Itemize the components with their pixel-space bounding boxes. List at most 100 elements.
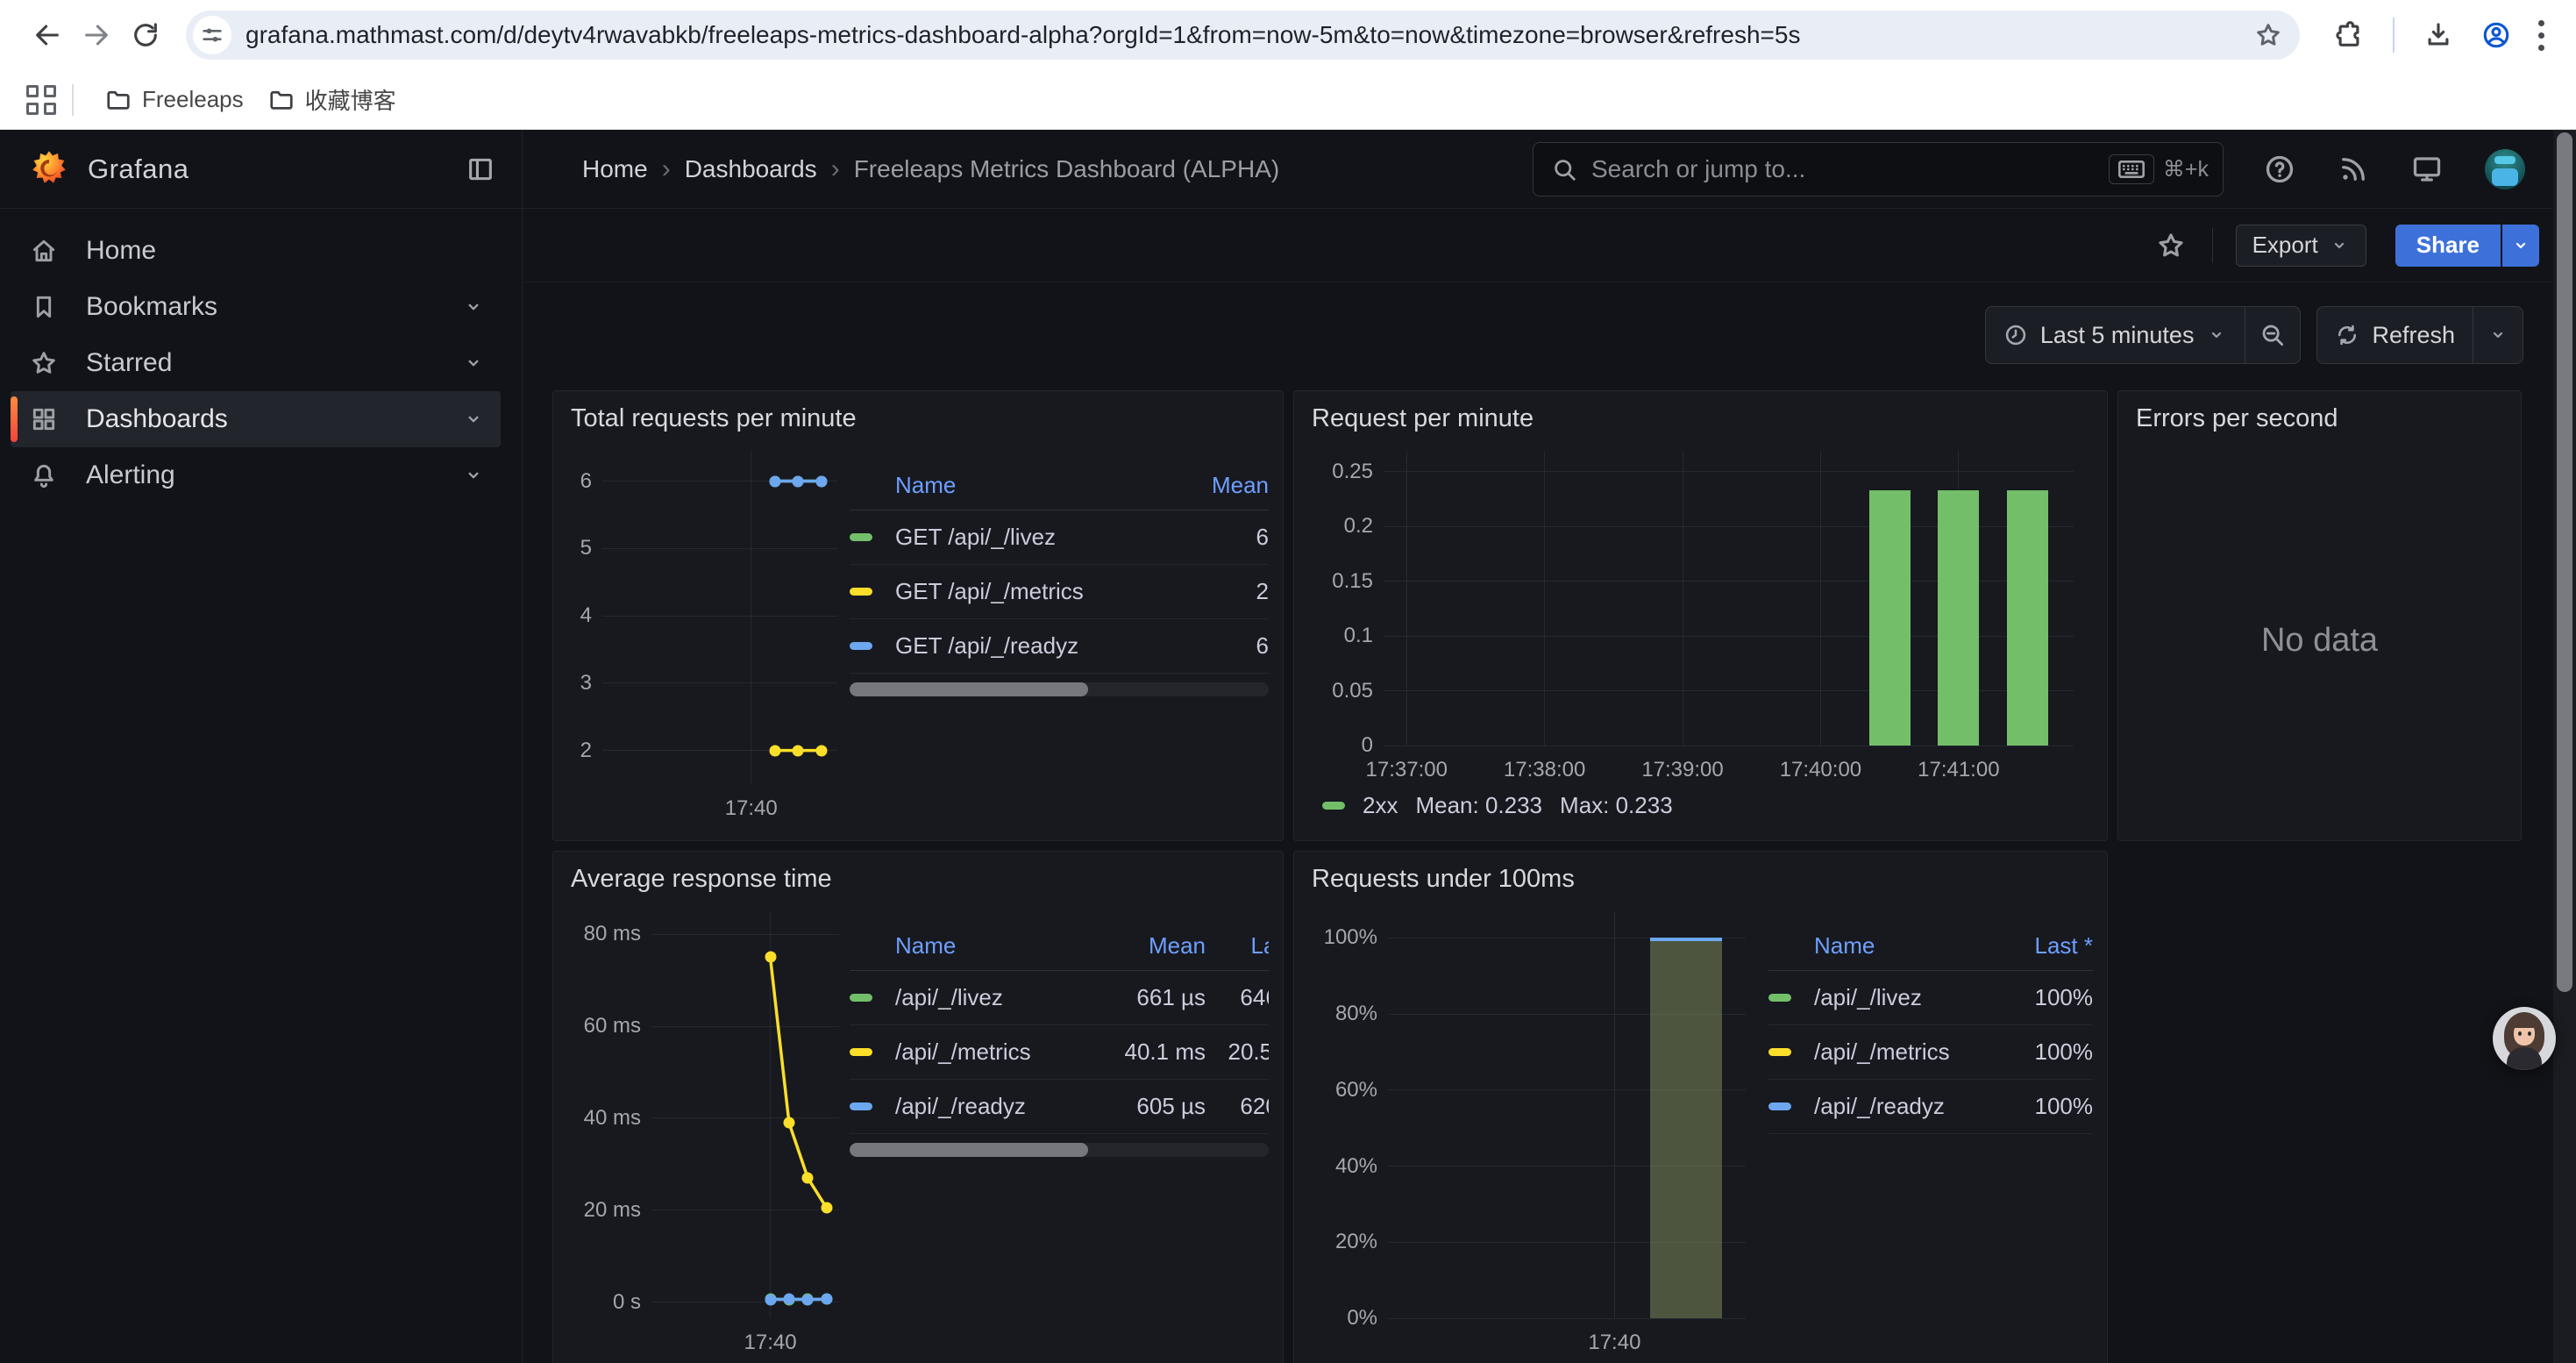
downloads-button[interactable]	[2414, 11, 2463, 60]
panel-title[interactable]: Total requests per minute	[553, 391, 1283, 439]
reload-icon	[131, 20, 160, 50]
profile-button[interactable]	[2472, 11, 2521, 60]
apps-grid-icon[interactable]	[26, 85, 56, 115]
plot-area[interactable]: 0 s20 ms40 ms60 ms80 ms17:40	[651, 911, 839, 1318]
panel-title[interactable]: Requests under 100ms	[1294, 852, 2107, 899]
search-box[interactable]: ⌘+k	[1533, 142, 2224, 196]
legend-series-name[interactable]: 2xx	[1363, 792, 1398, 819]
assistant-avatar-widget[interactable]	[2493, 1007, 2556, 1070]
legend-column-header[interactable]: Last *	[1989, 922, 2093, 971]
legend-series-name[interactable]: /api/_/metrics	[895, 1025, 1102, 1080]
user-avatar[interactable]	[2485, 149, 2525, 189]
legend-swatch-cell	[1768, 1080, 1814, 1134]
sidebar: Home Bookmarks Starred Dashboards	[0, 209, 523, 1363]
keyboard-badge	[2109, 154, 2154, 184]
extensions-button[interactable]	[2324, 11, 2373, 60]
help-button[interactable]	[2264, 153, 2295, 185]
sidebar-item-label: Dashboards	[86, 404, 228, 434]
star-dashboard-button[interactable]	[2156, 231, 2186, 260]
panel-title[interactable]: Request per minute	[1294, 391, 2107, 439]
chevron-down-icon[interactable]	[462, 352, 485, 375]
bookmark-folder-blogs[interactable]: 收藏博客	[256, 76, 409, 123]
sidebar-toggle-button[interactable]	[459, 147, 502, 191]
breadcrumb: Home › Dashboards › Freeleaps Metrics Da…	[582, 154, 1279, 184]
legend-horizontal-scrollbar[interactable]	[850, 1143, 1269, 1157]
browser-menu-button[interactable]	[2530, 15, 2553, 56]
active-indicator	[11, 396, 18, 442]
timeseries-chart: 0 s20 ms40 ms60 ms80 ms17:40	[567, 903, 841, 1359]
scrollbar-thumb[interactable]	[2557, 132, 2572, 992]
sidebar-item-alerting[interactable]: Alerting	[11, 447, 501, 503]
chevron-down-icon[interactable]	[462, 464, 485, 487]
panel-title[interactable]: Errors per second	[2118, 391, 2521, 439]
timeseries-chart: 2345617:40	[567, 442, 841, 824]
plot-area[interactable]: 0%20%40%60%80%100%17:40	[1388, 911, 1746, 1318]
forward-button[interactable]	[72, 11, 121, 60]
grafana-header-right: Home › Dashboards › Freeleaps Metrics Da…	[523, 130, 2576, 208]
dock-panel-icon	[466, 154, 495, 184]
grafana-header-left: Grafana	[0, 130, 523, 208]
plot-area[interactable]: 00.050.10.150.20.2517:37:0017:38:0017:39…	[1384, 451, 2074, 746]
export-label: Export	[2252, 232, 2318, 259]
refresh-icon	[2335, 323, 2359, 347]
back-button[interactable]	[23, 11, 72, 60]
time-controls-row: Last 5 minutes Refresh	[523, 306, 2576, 364]
sidebar-item-dashboards[interactable]: Dashboards	[11, 391, 501, 447]
news-button[interactable]	[2338, 153, 2369, 185]
legend-series-name[interactable]: /api/_/readyz	[895, 1080, 1102, 1134]
legend-series-name[interactable]: GET /api/_/metrics	[895, 565, 1165, 619]
export-button[interactable]: Export	[2236, 225, 2366, 267]
legend-series-name[interactable]: /api/_/livez	[895, 971, 1102, 1025]
bookmark-page-button[interactable]	[2254, 21, 2282, 49]
time-range-picker[interactable]: Last 5 minutes	[1986, 307, 2245, 363]
site-settings-button[interactable]	[193, 16, 231, 54]
legend-value: 646 µs	[1206, 971, 1269, 1025]
bookmark-folder-freeleaps[interactable]: Freeleaps	[93, 79, 256, 120]
toolbar-separator	[2393, 18, 2395, 53]
share-menu-button[interactable]	[2501, 225, 2539, 267]
download-icon	[2423, 20, 2453, 50]
legend-series-name[interactable]: GET /api/_/livez	[895, 510, 1165, 565]
legend-max: Max: 0.233	[1560, 792, 1673, 819]
grafana-header: Grafana Home › Dashboards › Freeleaps Me…	[0, 130, 2576, 209]
refresh-interval-button[interactable]	[2473, 307, 2523, 363]
legend-table: NameLast */api/_/livez100%/api/_/metrics…	[1768, 922, 2093, 1363]
avatar-figure	[2492, 168, 2518, 186]
legend-column-header[interactable]: Name	[1814, 922, 1989, 971]
zoom-out-icon	[2259, 322, 2286, 348]
legend-swatch-cell	[1768, 971, 1814, 1025]
zoom-out-time-button[interactable]	[2245, 307, 2300, 363]
page-scrollbar[interactable]	[2553, 130, 2576, 1363]
sidebar-item-home[interactable]: Home	[11, 223, 501, 279]
legend-column-header[interactable]: Mean	[1165, 461, 1269, 510]
site-settings-icon	[200, 23, 224, 47]
search-input[interactable]	[1591, 155, 2109, 183]
address-bar[interactable]: grafana.mathmast.com/d/deytv4rwavabkb/fr…	[186, 11, 2300, 60]
legend-series-name[interactable]: /api/_/metrics	[1814, 1025, 1989, 1080]
breadcrumb-home[interactable]: Home	[582, 155, 648, 183]
bookmark-star-icon	[2254, 21, 2282, 49]
breadcrumb-dashboards[interactable]: Dashboards	[685, 155, 817, 183]
sidebar-item-bookmarks[interactable]: Bookmarks	[11, 279, 501, 335]
panel-requests-under-100ms: Requests under 100ms 0%20%40%60%80%100%1…	[1293, 851, 2108, 1363]
legend-series-name[interactable]: /api/_/readyz	[1814, 1080, 1989, 1134]
bell-icon	[30, 461, 58, 489]
legend-series-name[interactable]: GET /api/_/readyz	[895, 619, 1165, 674]
legend-column-header[interactable]: Mean	[1102, 922, 1206, 971]
legend-swatch	[1322, 802, 1345, 810]
panel-title[interactable]: Average response time	[553, 852, 1283, 899]
legend-series-name[interactable]: /api/_/livez	[1814, 971, 1989, 1025]
legend-table: NameMeanLast */api/_/livez661 µs646 µs/a…	[850, 922, 1269, 1363]
legend-column-header[interactable]: Last *	[1206, 922, 1269, 971]
sidebar-item-starred[interactable]: Starred	[11, 335, 501, 391]
chevron-down-icon[interactable]	[462, 296, 485, 318]
share-button[interactable]: Share	[2395, 225, 2501, 267]
reload-button[interactable]	[121, 11, 170, 60]
plot-area[interactable]: 2345617:40	[602, 451, 837, 784]
chevron-down-icon[interactable]	[462, 408, 485, 431]
legend-column-header[interactable]: Name	[895, 922, 1102, 971]
legend-column-header[interactable]: Name	[895, 461, 1165, 510]
kiosk-mode-button[interactable]	[2411, 153, 2443, 185]
refresh-button[interactable]: Refresh	[2317, 307, 2473, 363]
legend-horizontal-scrollbar[interactable]	[850, 682, 1269, 696]
